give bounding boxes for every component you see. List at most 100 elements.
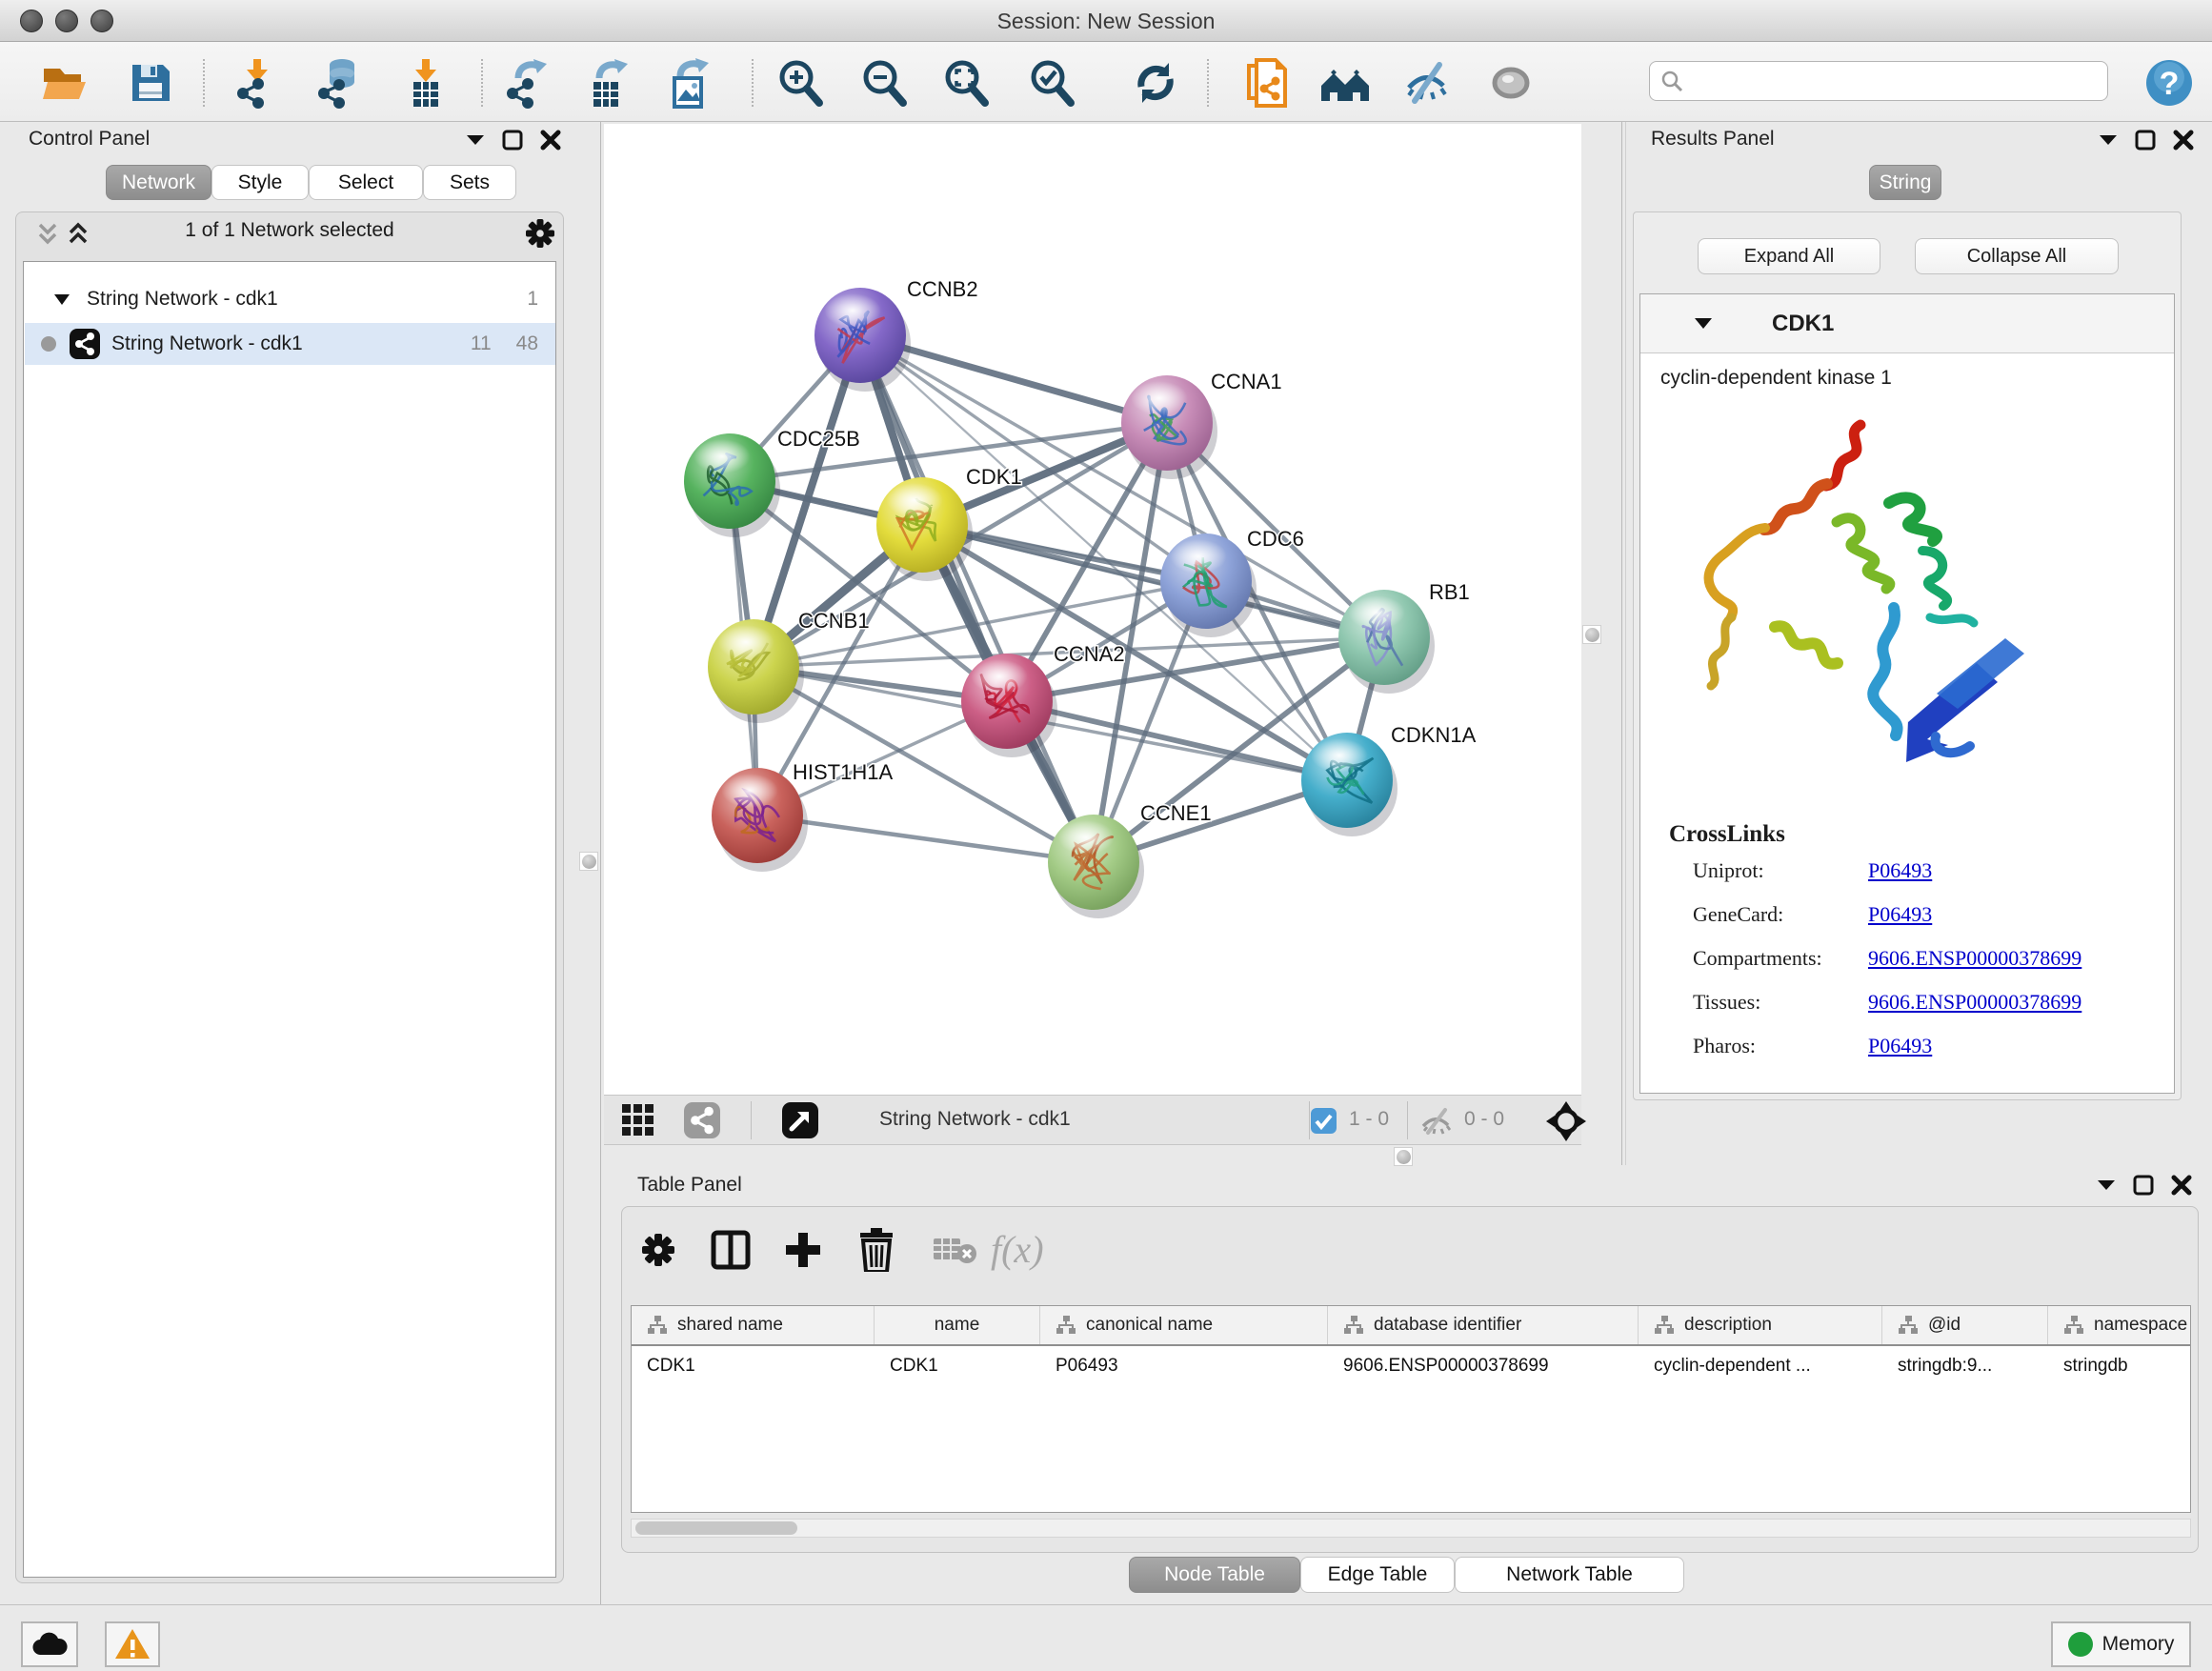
network-node-RB1[interactable]: RB1 bbox=[1338, 580, 1470, 694]
table-hscrollbar[interactable] bbox=[631, 1519, 2191, 1538]
crosslink-value-link[interactable]: P06493 bbox=[1868, 858, 1932, 882]
network-node-CDKN1A[interactable]: CDKN1A bbox=[1301, 723, 1477, 836]
fit-selected-icon[interactable] bbox=[1545, 1100, 1587, 1142]
close-panel-icon[interactable] bbox=[2173, 130, 2194, 151]
collapse-all-button[interactable]: Collapse All bbox=[1915, 238, 2119, 274]
export-network-icon[interactable] bbox=[499, 55, 554, 111]
string-file-icon[interactable] bbox=[1239, 55, 1295, 111]
open-in-window-icon[interactable] bbox=[782, 1102, 818, 1138]
table-column-header[interactable]: @id bbox=[1882, 1306, 2048, 1344]
split-columns-icon[interactable] bbox=[711, 1230, 751, 1270]
table-cell[interactable]: stringdb bbox=[2048, 1346, 2191, 1386]
refresh-icon[interactable] bbox=[1128, 55, 1183, 111]
help-icon[interactable]: ? bbox=[2142, 55, 2197, 111]
collapse-panel-icon[interactable] bbox=[466, 134, 485, 146]
delete-column-icon[interactable] bbox=[857, 1228, 895, 1272]
table-cell[interactable]: CDK1 bbox=[632, 1346, 875, 1386]
left-splitter-grip[interactable] bbox=[579, 852, 598, 871]
collection-expander-icon[interactable] bbox=[54, 294, 70, 305]
table-column-header[interactable]: description bbox=[1639, 1306, 1882, 1344]
expand-all-button[interactable]: Expand All bbox=[1698, 238, 1880, 274]
network-row[interactable]: String Network - cdk1 11 48 bbox=[25, 323, 555, 365]
float-panel-icon[interactable] bbox=[502, 130, 523, 151]
save-session-icon[interactable] bbox=[123, 55, 178, 111]
table-settings-icon[interactable] bbox=[640, 1232, 676, 1268]
search-input[interactable] bbox=[1692, 70, 2107, 93]
table-cell[interactable]: cyclin-dependent ... bbox=[1639, 1346, 1882, 1386]
warnings-button[interactable] bbox=[105, 1621, 160, 1667]
network-node-CDC6[interactable]: CDC6 bbox=[1160, 527, 1304, 637]
table-hscrollbar-thumb[interactable] bbox=[635, 1521, 797, 1535]
hide-details-icon[interactable] bbox=[1399, 55, 1455, 111]
zoom-in-icon[interactable] bbox=[773, 55, 828, 111]
tab-select[interactable]: Select bbox=[309, 165, 423, 200]
tab-node-table[interactable]: Node Table bbox=[1129, 1557, 1300, 1593]
grid-view-icon[interactable] bbox=[621, 1103, 655, 1137]
table-cell[interactable]: P06493 bbox=[1040, 1346, 1328, 1386]
close-panel-icon[interactable] bbox=[2171, 1175, 2192, 1196]
tab-style[interactable]: Style bbox=[211, 165, 309, 200]
gene-section-header[interactable]: CDK1 bbox=[1640, 294, 2174, 353]
gene-expander-icon[interactable] bbox=[1694, 317, 1713, 330]
toolbar-separator bbox=[203, 59, 205, 107]
table-column-header[interactable]: database identifier bbox=[1328, 1306, 1639, 1344]
delete-table-icon[interactable] bbox=[934, 1237, 977, 1267]
network-node-CCNA1[interactable]: CCNA1 bbox=[1121, 370, 1282, 479]
hidden-eye-icon[interactable] bbox=[1419, 1107, 1452, 1136]
tab-string-results[interactable]: String bbox=[1869, 165, 1941, 200]
network-node-HIST1H1A[interactable]: HIST1H1A bbox=[712, 760, 893, 872]
network-node-CDC25B[interactable]: CDC25B bbox=[684, 427, 860, 537]
collapse-panel-icon[interactable] bbox=[2097, 1179, 2116, 1191]
network-node-CCNA2[interactable]: CCNA2 bbox=[961, 642, 1125, 757]
crosslink-value-link[interactable]: 9606.ENSP00000378699 bbox=[1868, 990, 2081, 1014]
export-image-icon[interactable] bbox=[663, 55, 718, 111]
network-edge-CCNA2-CDKN1A[interactable] bbox=[1007, 701, 1347, 780]
table-column-header[interactable]: name bbox=[875, 1306, 1040, 1344]
zoom-selected-icon[interactable] bbox=[1024, 55, 1079, 111]
right-splitter[interactable] bbox=[1621, 122, 1622, 1165]
string-view-icon[interactable] bbox=[684, 1102, 720, 1138]
collapse-panel-icon[interactable] bbox=[2099, 134, 2118, 146]
bottom-splitter-grip[interactable] bbox=[1394, 1147, 1413, 1166]
table-column-header[interactable]: shared name bbox=[632, 1306, 875, 1344]
selected-checkbox-icon[interactable] bbox=[1311, 1108, 1337, 1134]
zoom-fit-icon[interactable] bbox=[938, 55, 994, 111]
export-table-icon[interactable] bbox=[580, 55, 635, 111]
left-splitter[interactable] bbox=[600, 122, 601, 1604]
float-panel-icon[interactable] bbox=[2133, 1175, 2154, 1196]
crosslink-value-link[interactable]: 9606.ENSP00000378699 bbox=[1868, 946, 2081, 970]
network-graph[interactable]: CCNB2CCNA1CDC25BCDK1CDC6RB1CCNB1CCNA2CDK… bbox=[604, 124, 1581, 1095]
table-cell[interactable]: 9606.ENSP00000378699 bbox=[1328, 1346, 1639, 1386]
tab-edge-table[interactable]: Edge Table bbox=[1300, 1557, 1455, 1593]
tab-sets[interactable]: Sets bbox=[423, 165, 516, 200]
crosslink-value-link[interactable]: P06493 bbox=[1868, 902, 1932, 926]
table-cell[interactable]: stringdb:9... bbox=[1882, 1346, 2048, 1386]
import-network-icon[interactable] bbox=[230, 55, 285, 111]
zoom-out-icon[interactable] bbox=[856, 55, 912, 111]
tab-network-table[interactable]: Network Table bbox=[1455, 1557, 1684, 1593]
table-column-header[interactable]: canonical name bbox=[1040, 1306, 1328, 1344]
open-session-icon[interactable] bbox=[37, 55, 92, 111]
memory-button[interactable]: Memory bbox=[2051, 1621, 2191, 1667]
network-options-gear-icon[interactable] bbox=[524, 217, 556, 250]
network-edge-CCNB2-CCNE1[interactable] bbox=[860, 335, 1094, 862]
network-node-CCNB2[interactable]: CCNB2 bbox=[814, 277, 978, 392]
network-collection-row[interactable]: String Network - cdk1 1 bbox=[25, 278, 555, 320]
table-column-header[interactable]: namespace bbox=[2048, 1306, 2191, 1344]
tab-network[interactable]: Network bbox=[106, 165, 211, 200]
cloud-button[interactable] bbox=[21, 1621, 78, 1667]
network-node-CCNB1[interactable]: CCNB1 bbox=[708, 609, 870, 723]
right-splitter-grip[interactable] bbox=[1582, 625, 1601, 644]
network-canvas[interactable]: CCNB2CCNA1CDC25BCDK1CDC6RB1CCNB1CCNA2CDK… bbox=[604, 124, 1581, 1095]
table-row[interactable]: CDK1CDK1P064939606.ENSP00000378699cyclin… bbox=[632, 1346, 2191, 1386]
homes-icon[interactable] bbox=[1317, 55, 1373, 111]
close-panel-icon[interactable] bbox=[540, 130, 561, 151]
crosslink-value-link[interactable]: P06493 bbox=[1868, 1034, 1932, 1057]
show-details-icon[interactable] bbox=[1483, 55, 1538, 111]
import-database-icon[interactable] bbox=[311, 55, 366, 111]
import-table-icon[interactable] bbox=[398, 55, 453, 111]
float-panel-icon[interactable] bbox=[2135, 130, 2156, 151]
add-column-icon[interactable] bbox=[783, 1230, 823, 1270]
table-cell[interactable]: CDK1 bbox=[875, 1346, 1040, 1386]
function-builder-icon[interactable]: f(x) bbox=[991, 1227, 1044, 1272]
